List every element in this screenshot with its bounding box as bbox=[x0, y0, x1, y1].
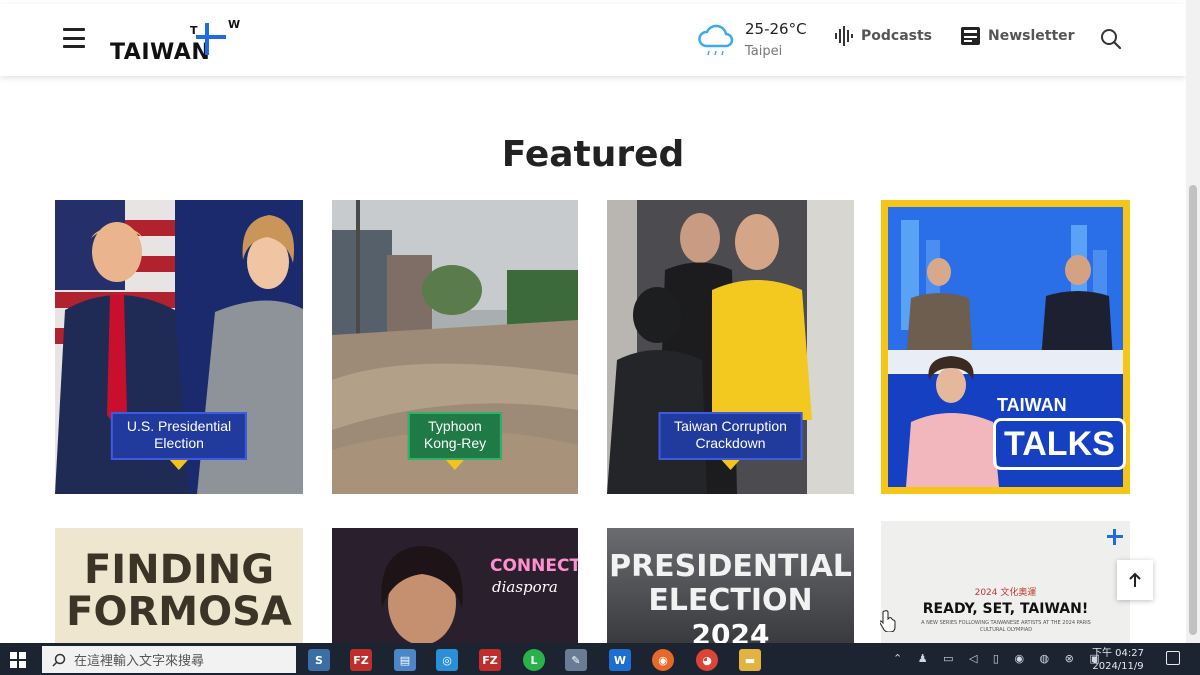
taskbar-app-3-icon[interactable]: ▤ bbox=[394, 649, 416, 671]
section-title-featured: Featured bbox=[501, 134, 685, 175]
site-logo[interactable]: TAIWAN T W bbox=[110, 18, 250, 65]
taskbar-app-4-icon[interactable]: ◎ bbox=[436, 649, 458, 671]
card-tag-us-election: U.S. Presidential Election bbox=[110, 412, 248, 460]
pres-election-line1: PRESIDENTIAL bbox=[609, 549, 852, 584]
scroll-to-top-button[interactable] bbox=[1117, 560, 1153, 600]
taiwan-talks-small-title: TAIWAN bbox=[997, 395, 1067, 415]
ready-subtitle: A NEW SERIES FOLLOWING TAIWANESE ARTISTS… bbox=[921, 620, 1091, 633]
chrome-icon[interactable]: ◕ bbox=[696, 649, 718, 671]
svg-text:W: W bbox=[228, 18, 240, 31]
taskbar-search-placeholder: 在這裡輸入文字來搜尋 bbox=[74, 654, 205, 669]
tag-line2: Crackdown bbox=[695, 435, 766, 451]
card-tag-corruption: Taiwan Corruption Crackdown bbox=[658, 412, 803, 460]
newsletter-link[interactable]: Newsletter bbox=[960, 26, 1075, 46]
clock-date: 2024/11/9 bbox=[1092, 661, 1144, 672]
site-header: TAIWAN T W 25-26°C Taipei Podcasts Newsl… bbox=[0, 4, 1186, 76]
filezilla-icon[interactable]: FZ bbox=[350, 649, 372, 671]
hand-cursor-icon bbox=[880, 610, 896, 632]
finding-formosa-line1: FINDING bbox=[83, 547, 275, 593]
windows-taskbar: 在這裡輸入文字來搜尋 S FZ ▤ ◎ FZ L ✎ W ◉ ◕ ▬ ⌃ ♟ ▭… bbox=[0, 643, 1200, 675]
featured-card-corruption[interactable]: Taiwan Corruption Crackdown bbox=[607, 200, 854, 494]
clock-time: 下午 04:27 bbox=[1092, 648, 1144, 659]
pres-election-line2: ELECTION bbox=[648, 583, 813, 618]
featured-card-presidential-election[interactable]: PRESIDENTIAL ELECTION 2024 bbox=[607, 528, 854, 643]
file-explorer-icon[interactable]: ▬ bbox=[739, 649, 761, 671]
featured-card-finding-formosa[interactable]: FINDING FORMOSA bbox=[55, 528, 303, 643]
ready-kicker: 2024 文化奧運 bbox=[974, 588, 1037, 598]
tag-line1: Typhoon bbox=[428, 418, 482, 434]
connected-line2: diaspora bbox=[492, 578, 558, 596]
connected-line1: CONNECTED bbox=[490, 556, 578, 576]
filezilla-2-icon[interactable]: FZ bbox=[479, 649, 501, 671]
search-icon[interactable] bbox=[1100, 28, 1122, 50]
tag-line1: Taiwan Corruption bbox=[674, 418, 787, 434]
weather-city: Taipei bbox=[745, 44, 783, 59]
taskbar-app-8-icon[interactable]: W bbox=[609, 649, 631, 671]
menu-icon[interactable] bbox=[63, 28, 85, 48]
podcast-waveform-icon bbox=[835, 26, 853, 46]
weather-widget[interactable]: 25-26°C Taipei bbox=[697, 18, 807, 64]
firefox-icon[interactable]: ◉ bbox=[652, 649, 674, 671]
tag-line1: U.S. Presidential bbox=[126, 418, 232, 434]
finding-formosa-line2: FORMOSA bbox=[66, 589, 292, 635]
featured-card-typhoon[interactable]: Typhoon Kong-Rey bbox=[332, 200, 578, 494]
browser-viewport: TAIWAN T W 25-26°C Taipei Podcasts Newsl… bbox=[0, 0, 1186, 643]
card-tag-typhoon: Typhoon Kong-Rey bbox=[407, 412, 503, 460]
featured-card-us-election[interactable]: U.S. Presidential Election bbox=[55, 200, 303, 494]
ready-headline: READY, SET, TAIWAN! bbox=[922, 601, 1089, 617]
pres-election-year: 2024 bbox=[691, 618, 770, 644]
newsletter-label: Newsletter bbox=[988, 28, 1075, 44]
weather-temp: 25-26°C bbox=[745, 20, 807, 38]
featured-card-ready-set-taiwan[interactable]: 2024 文化奧運 READY, SET, TAIWAN! A NEW SERI… bbox=[881, 521, 1130, 643]
windows-start-icon[interactable] bbox=[10, 652, 26, 668]
scrollbar-thumb[interactable] bbox=[1189, 185, 1197, 635]
taskbar-search-icon bbox=[52, 653, 66, 667]
tag-line2: Kong-Rey bbox=[423, 435, 487, 451]
taskbar-app-1-icon[interactable]: S bbox=[308, 649, 330, 671]
featured-card-taiwan-talks[interactable]: TAIWAN TALKS bbox=[881, 200, 1130, 494]
taskbar-clock[interactable]: 下午 04:27 2024/11/9 bbox=[1092, 647, 1144, 673]
podcasts-link[interactable]: Podcasts bbox=[834, 26, 932, 46]
notification-center-icon[interactable] bbox=[1166, 651, 1180, 665]
taiwan-talks-big-title: TALKS bbox=[993, 418, 1126, 470]
tag-line2: Election bbox=[154, 435, 204, 451]
line-app-icon[interactable]: L bbox=[523, 649, 545, 671]
cloud-rain-icon bbox=[698, 24, 734, 56]
arrow-up-icon bbox=[1129, 572, 1141, 587]
taskbar-search-box[interactable]: 在這裡輸入文字來搜尋 bbox=[42, 646, 296, 673]
page-scrollbar[interactable] bbox=[1186, 0, 1200, 643]
tplusw-mark-icon bbox=[1107, 529, 1123, 545]
featured-card-connected-diaspora[interactable]: CONNECTED diaspora bbox=[332, 528, 578, 643]
logo-plus-mark: T W bbox=[190, 18, 240, 55]
system-tray-icons[interactable]: ⌃ ♟ ▭ ◁ ▯ ◉ ◍ ⊗ ▣ bbox=[893, 652, 1106, 665]
podcasts-label: Podcasts bbox=[861, 28, 933, 44]
newsletter-icon bbox=[961, 27, 980, 45]
taskbar-app-7-icon[interactable]: ✎ bbox=[565, 649, 587, 671]
